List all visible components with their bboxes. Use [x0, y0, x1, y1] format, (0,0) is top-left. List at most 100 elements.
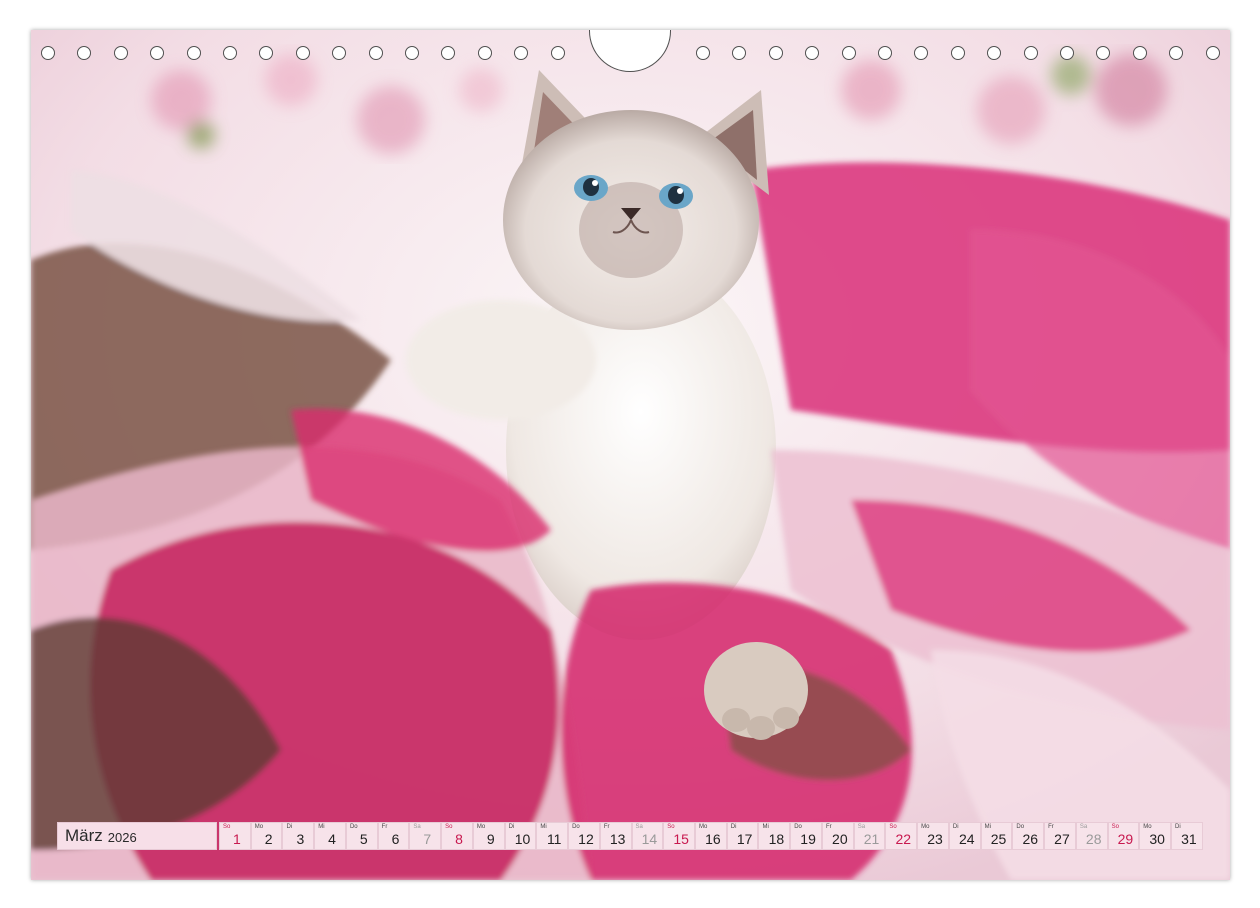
- day-number: 10: [514, 831, 531, 847]
- day-cell: Mo 23: [917, 822, 949, 850]
- day-number: 20: [832, 831, 848, 847]
- day-cell: So 29: [1107, 822, 1140, 850]
- day-cell: Mi 25: [980, 822, 1013, 850]
- binding-hole: [878, 46, 892, 60]
- binding-hole: [1060, 46, 1074, 60]
- day-number: 16: [705, 831, 721, 847]
- day-cell: Fr 6: [377, 822, 410, 850]
- binding-hole: [259, 46, 274, 60]
- day-number: 22: [895, 831, 912, 847]
- weekday-label: So: [223, 824, 231, 830]
- day-number: 18: [768, 831, 785, 847]
- binding-hole: [150, 46, 165, 60]
- binding-hole: [805, 46, 820, 60]
- day-cell: Do 12: [568, 822, 600, 850]
- day-cell: So 1: [219, 822, 251, 850]
- day-cell: Fr 20: [821, 822, 854, 850]
- binding-hole: [295, 46, 310, 60]
- day-cell: Mi 18: [758, 822, 791, 850]
- day-number: 25: [990, 831, 1007, 847]
- day-number: 11: [546, 831, 562, 847]
- binding-hole: [113, 46, 128, 60]
- day-number: 29: [1117, 831, 1134, 847]
- weekday-label: Do: [572, 824, 580, 830]
- weekday-label: Do: [1016, 824, 1025, 830]
- day-cell: Di 31: [1171, 822, 1203, 850]
- day-number: 14: [641, 831, 658, 847]
- day-cell: Mi 11: [536, 822, 569, 850]
- binding-hole: [332, 46, 347, 60]
- weekday-label: Mo: [921, 824, 930, 830]
- weekday-label: Mi: [318, 824, 325, 830]
- binding-hole: [223, 46, 237, 60]
- day-number: 31: [1181, 831, 1197, 847]
- weekday-label: Mo: [1143, 824, 1152, 830]
- calendar-binding: [31, 30, 1230, 76]
- day-number: 7: [423, 831, 432, 847]
- binding-hole: [477, 46, 492, 60]
- weekday-label: Fr: [1048, 824, 1054, 830]
- weekday-label: Di: [730, 824, 737, 830]
- day-number: 26: [1022, 831, 1039, 847]
- weekday-label: Di: [286, 824, 293, 830]
- day-number: 30: [1149, 831, 1165, 847]
- binding-hole: [1023, 46, 1038, 60]
- weekday-label: Mo: [476, 824, 486, 830]
- weekday-label: Di: [952, 824, 959, 830]
- day-number: 17: [736, 831, 753, 847]
- day-cell: Mo 30: [1139, 822, 1172, 850]
- day-cell: Do 19: [790, 822, 822, 850]
- day-cell: So 22: [885, 822, 918, 850]
- weekday-label: Fr: [381, 824, 388, 830]
- weekday-label: So: [667, 824, 675, 830]
- binding-hole: [1096, 46, 1111, 60]
- day-number: 21: [863, 831, 880, 847]
- weekday-label: Fr: [603, 824, 610, 830]
- weekday-label: Di: [508, 824, 515, 830]
- day-number: 9: [486, 831, 495, 847]
- weekday-label: Mo: [254, 824, 264, 830]
- day-cell: Mo 2: [250, 822, 283, 850]
- day-cell: So 8: [441, 822, 473, 850]
- day-number: 27: [1054, 831, 1070, 847]
- day-cell: Sa 28: [1075, 822, 1108, 850]
- weekday-label: So: [1111, 824, 1119, 830]
- day-cell: Di 17: [726, 822, 759, 850]
- weekday-label: Di: [1175, 824, 1181, 830]
- month-label: März 2026: [57, 822, 217, 850]
- binding-hole: [405, 46, 419, 60]
- kitten-in-tulle-photo: [31, 30, 1230, 880]
- binding-hole: [914, 46, 929, 60]
- calendar-page: März 2026 So 1 Mo 2 Di 3 Mi 4 Do 5 Fr 6 Sa 7 So 8 Mo 9 Di 1…: [31, 30, 1230, 880]
- weekday-label: Sa: [413, 824, 421, 830]
- weekday-label: So: [445, 824, 453, 830]
- binding-hole: [987, 46, 1002, 60]
- weekday-label: Sa: [635, 824, 643, 830]
- day-number: 24: [958, 831, 975, 847]
- day-cell: Sa 7: [409, 822, 442, 850]
- day-cell: Fr 13: [599, 822, 632, 850]
- day-number: 3: [296, 831, 305, 847]
- month-name: März: [65, 826, 103, 845]
- hanger-cutout: [589, 30, 671, 72]
- binding-hole: [1169, 46, 1184, 60]
- day-cells: So 1 Mo 2 Di 3 Mi 4 Do 5 Fr 6 Sa 7 So 8 Mo 9 Di 10 Mi 11 Do 12 F…: [219, 822, 1203, 850]
- day-cell: Mo 16: [695, 822, 727, 850]
- binding-hole: [368, 46, 383, 60]
- day-number: 2: [264, 831, 273, 847]
- day-number: 13: [609, 831, 626, 847]
- weekday-label: Mo: [699, 824, 708, 830]
- binding-hole: [1132, 46, 1147, 60]
- day-number: 4: [328, 831, 336, 847]
- calendar-strip: März 2026 So 1 Mo 2 Di 3 Mi 4 Do 5 Fr 6 Sa 7 So 8 Mo 9 Di 1…: [57, 822, 1203, 850]
- binding-hole: [732, 46, 747, 60]
- day-cell: Di 3: [282, 822, 315, 850]
- day-number: 15: [673, 831, 689, 847]
- day-cell: Di 24: [948, 822, 981, 850]
- day-cell: Mi 4: [314, 822, 346, 850]
- weekday-label: Mi: [984, 824, 991, 830]
- binding-hole: [77, 46, 92, 60]
- day-number: 28: [1085, 831, 1102, 847]
- weekday-label: Mi: [762, 824, 769, 830]
- weekday-label: Do: [794, 824, 802, 830]
